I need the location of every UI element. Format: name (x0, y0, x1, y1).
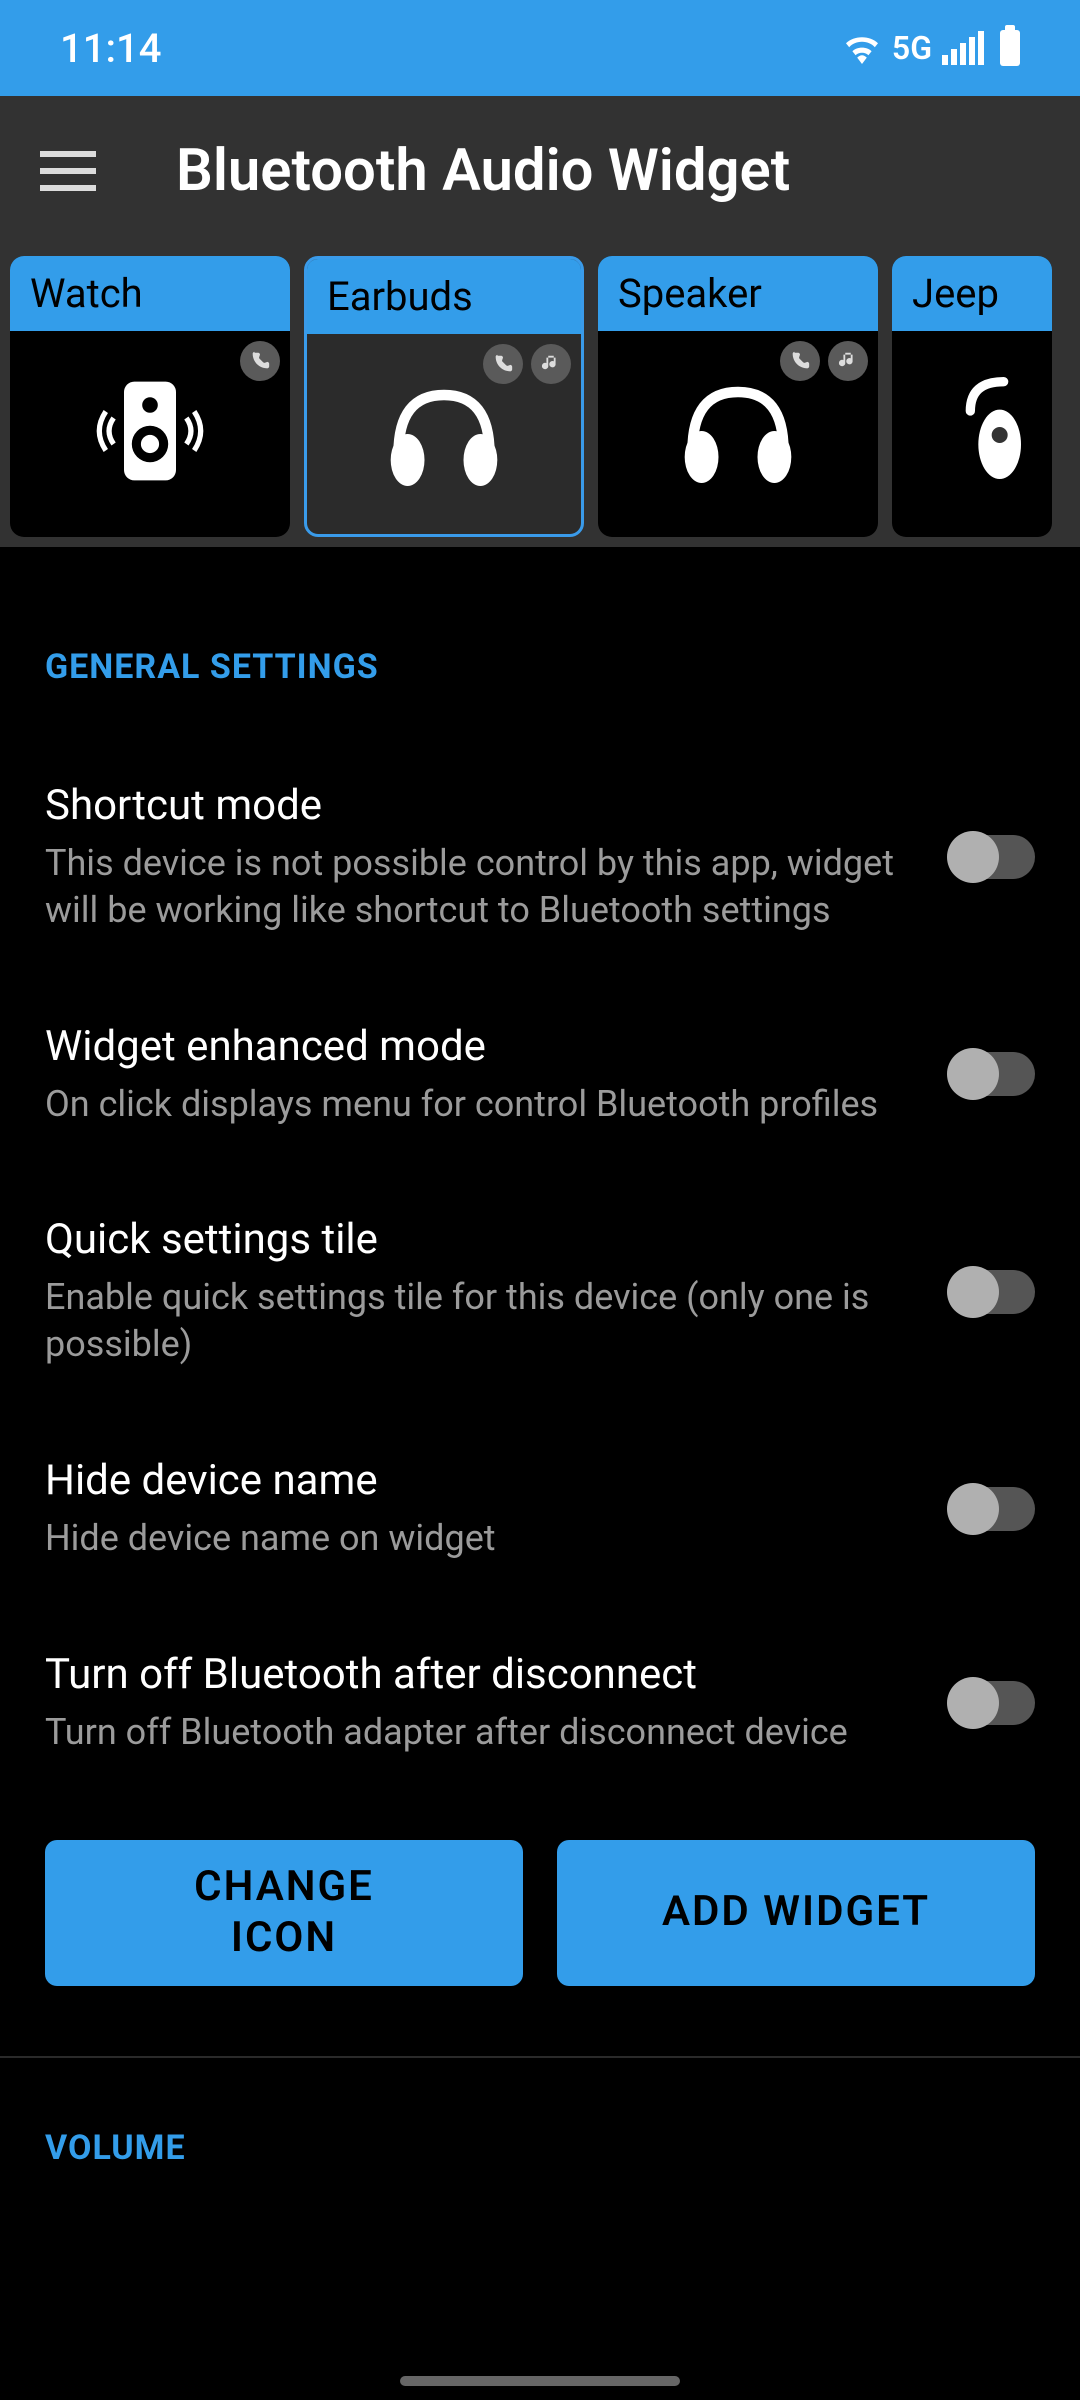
music-icon (531, 344, 571, 384)
signal-icon (942, 31, 984, 65)
toggle-switch[interactable] (949, 1681, 1035, 1725)
headphones-icon (673, 371, 803, 491)
device-card-watch[interactable]: Watch (10, 256, 290, 537)
app-title: Bluetooth Audio Widget (176, 137, 790, 205)
status-indicators: 5G (842, 29, 1020, 67)
device-list[interactable]: Watch Earbuds (0, 246, 1080, 547)
button-label: CHANGE ICON (164, 1862, 404, 1963)
setting-quick-tile[interactable]: Quick settings tile Enable quick setting… (45, 1171, 1035, 1412)
setting-title: Hide device name (45, 1456, 909, 1505)
toggle-switch[interactable] (949, 835, 1035, 879)
status-bar: 11:14 5G (0, 0, 1080, 96)
call-icon (483, 344, 523, 384)
change-icon-button[interactable]: CHANGE ICON (45, 1840, 523, 1986)
music-icon (828, 341, 868, 381)
device-name-label: Jeep (892, 256, 1052, 331)
setting-turn-off-bt[interactable]: Turn off Bluetooth after disconnect Turn… (45, 1606, 1035, 1800)
battery-icon (1000, 30, 1020, 66)
toggle-switch[interactable] (949, 1270, 1035, 1314)
device-card-jeep[interactable]: Jeep (892, 256, 1052, 537)
device-name-label: Earbuds (307, 259, 581, 334)
setting-shortcut-mode[interactable]: Shortcut mode This device is not possibl… (45, 737, 1035, 978)
general-settings-header: GENERAL SETTINGS (45, 647, 1035, 687)
setting-hide-name[interactable]: Hide device name Hide device name on wid… (45, 1412, 1035, 1606)
toggle-switch[interactable] (949, 1052, 1035, 1096)
device-name-label: Speaker (598, 256, 878, 331)
settings-content[interactable]: GENERAL SETTINGS Shortcut mode This devi… (0, 547, 1080, 2168)
setting-title: Quick settings tile (45, 1215, 909, 1264)
setting-desc: Enable quick settings tile for this devi… (45, 1274, 909, 1368)
call-icon (240, 341, 280, 381)
headset-icon (952, 371, 1042, 491)
setting-title: Shortcut mode (45, 781, 909, 830)
setting-widget-enhanced[interactable]: Widget enhanced mode On click displays m… (45, 978, 1035, 1172)
device-card-speaker[interactable]: Speaker (598, 256, 878, 537)
volume-header: VOLUME (45, 2128, 1035, 2168)
network-type: 5G (892, 29, 932, 67)
add-widget-button[interactable]: ADD WIDGET (557, 1840, 1035, 1986)
device-card-earbuds[interactable]: Earbuds (304, 256, 584, 537)
menu-icon[interactable] (40, 151, 96, 191)
headphones-icon (379, 374, 509, 494)
nav-handle[interactable] (400, 2376, 680, 2386)
toggle-switch[interactable] (949, 1487, 1035, 1531)
setting-desc: This device is not possible control by t… (45, 840, 909, 934)
setting-title: Turn off Bluetooth after disconnect (45, 1650, 909, 1699)
device-name-label: Watch (10, 256, 290, 331)
status-time: 11:14 (60, 25, 161, 72)
call-icon (780, 341, 820, 381)
speaker-icon (85, 366, 215, 496)
divider (0, 2056, 1080, 2058)
setting-desc: Turn off Bluetooth adapter after disconn… (45, 1709, 909, 1756)
setting-desc: On click displays menu for control Bluet… (45, 1081, 909, 1128)
app-bar: Bluetooth Audio Widget (0, 96, 1080, 246)
wifi-icon (842, 32, 882, 64)
setting-desc: Hide device name on widget (45, 1515, 909, 1562)
button-label: ADD WIDGET (662, 1887, 930, 1937)
setting-title: Widget enhanced mode (45, 1022, 909, 1071)
